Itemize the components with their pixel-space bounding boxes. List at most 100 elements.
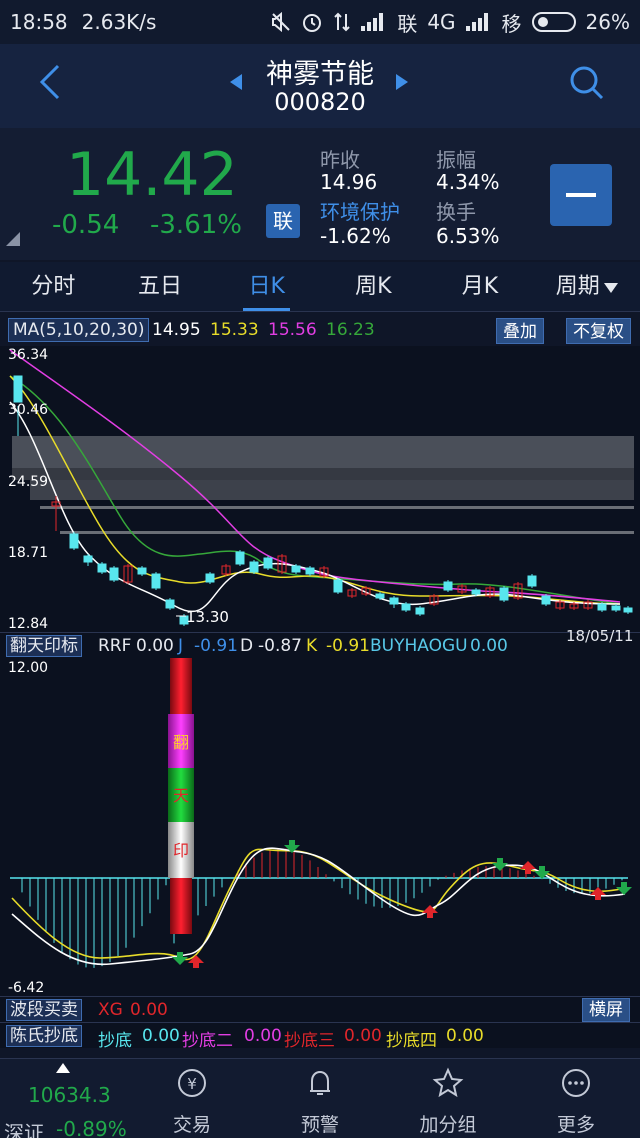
indicator-label[interactable]: 翻天印标 — [6, 635, 82, 657]
kline-chart[interactable]: 36.34 30.46 24.59 18.71 12.84 13.30 — [0, 346, 640, 632]
rrf-value: 0.00 — [136, 636, 174, 656]
nav-alert[interactable]: 预警 — [280, 1067, 360, 1137]
indicator-y-top: 12.00 — [8, 660, 48, 676]
sector-link[interactable]: 环境保护 — [320, 196, 400, 225]
candle-body — [291, 565, 301, 573]
d-label: D — [240, 636, 254, 656]
star-icon — [432, 1067, 464, 1098]
expand-corner-icon[interactable] — [6, 232, 20, 246]
tab-intraday[interactable]: 分时 — [0, 262, 107, 311]
nav-more[interactable]: 更多 — [536, 1067, 616, 1137]
candle-body — [205, 573, 215, 583]
status-time: 18:58 — [10, 10, 68, 34]
sell-arrow-icon — [172, 952, 188, 965]
candle-body — [389, 597, 399, 605]
tab-five-day[interactable]: 五日 — [107, 262, 214, 311]
price-change: -0.54 — [52, 210, 120, 240]
ma5-value: 14.95 — [152, 320, 201, 340]
ma20-value: 15.56 — [268, 320, 317, 340]
buy-arrow-icon — [188, 955, 204, 968]
volume-profile-line-1 — [40, 506, 634, 509]
data-arrows-icon — [334, 12, 351, 32]
candle-body — [527, 575, 537, 587]
c4-label: 抄底四 — [386, 1031, 437, 1051]
kchart-y-bottom: 12.84 — [8, 616, 48, 632]
alarm-icon — [303, 14, 322, 32]
k-label: K — [306, 636, 318, 656]
nav-add-group[interactable]: 加分组 — [408, 1067, 488, 1137]
c2-label: 抄底二 — [182, 1031, 233, 1051]
chen-label[interactable]: 陈氏抄底 — [6, 1025, 82, 1047]
tab-period[interactable]: 周期 — [533, 262, 640, 311]
candle-body — [305, 567, 315, 575]
carrier1-label: 联 — [397, 11, 418, 36]
stock-name: 神雾节能 — [266, 59, 374, 90]
search-icon[interactable] — [570, 66, 604, 100]
landscape-button[interactable]: 横屏 — [582, 998, 630, 1022]
candle-body — [443, 581, 453, 591]
index-name: 深证 — [4, 1121, 44, 1138]
price-change-pct: -3.61% — [150, 210, 242, 240]
turnover-value: 6.53% — [436, 224, 500, 248]
kchart-y-top: 36.34 — [8, 347, 48, 363]
tab-monthly-k[interactable]: 月K — [427, 262, 534, 311]
pillar-char-2: 天 — [173, 786, 189, 805]
xg-value: 0.00 — [130, 1000, 168, 1020]
overlay-button[interactable]: 叠加 — [496, 318, 544, 344]
prev-stock-icon[interactable] — [230, 74, 242, 95]
carrier2-label: 移 — [501, 11, 522, 36]
tab-weekly-k[interactable]: 周K — [320, 262, 427, 311]
nav-trade-label: 交易 — [172, 1114, 211, 1136]
nav-more-label: 更多 — [556, 1114, 595, 1136]
remove-watchlist-button[interactable] — [550, 164, 612, 226]
amplitude-value: 4.34% — [436, 170, 500, 194]
candle-body — [401, 603, 411, 611]
volume-profile-band-2 — [12, 468, 634, 480]
stock-code: 000820 — [274, 88, 366, 116]
lian-badge[interactable]: 联 — [266, 204, 300, 238]
tab-daily-k[interactable]: 日K — [213, 262, 320, 311]
indicator-chart[interactable]: 翻 天 印 12.00 -6.42 — [0, 658, 640, 996]
c4-value: 0.00 — [446, 1026, 484, 1046]
trade-icon: ¥ — [178, 1069, 206, 1097]
bell-icon — [310, 1070, 330, 1095]
c3-label: 抄底三 — [284, 1031, 335, 1051]
candle-body — [109, 567, 119, 581]
prev-close-label: 昨收 — [320, 148, 360, 172]
prev-close-value: 14.96 — [320, 170, 378, 194]
index-value: 10634.3 — [28, 1083, 111, 1107]
extra-indicators: 波段买卖 XG 0.00 横屏 陈氏抄底 抄底 0.00 抄底二 0.00 抄底… — [0, 996, 640, 1051]
nav-trade[interactable]: ¥ 交易 — [152, 1067, 232, 1137]
ma30-value: 16.23 — [326, 320, 375, 340]
ma-legend: MA(5,10,20,30) 14.95 15.33 15.56 16.23 叠… — [0, 314, 640, 346]
amplitude-label: 振幅 — [436, 148, 476, 172]
adjust-button[interactable]: 不复权 — [566, 318, 631, 344]
k-line — [11, 848, 626, 961]
candle-body — [499, 587, 509, 601]
next-stock-icon[interactable] — [396, 74, 408, 95]
candle-body — [263, 557, 273, 569]
signal-icon — [361, 13, 387, 31]
j-value: -0.91 — [194, 636, 238, 656]
kchart-y-2: 30.46 — [8, 402, 48, 418]
quote-panel: 14.42 -0.54 -3.61% 联 昨收 14.96 环境保护 -1.62… — [0, 128, 640, 260]
d-value: -0.87 — [258, 636, 302, 656]
index-change: -0.89% — [56, 1117, 127, 1138]
ma10-value: 15.33 — [210, 320, 259, 340]
candle-body — [165, 599, 175, 609]
c3-value: 0.00 — [344, 1026, 382, 1046]
nav-add-group-label: 加分组 — [419, 1114, 477, 1136]
c1-value: 0.00 — [142, 1026, 180, 1046]
candle-body — [415, 607, 425, 615]
status-netspeed: 2.63K/s — [81, 10, 157, 34]
ma-setting-label[interactable]: MA(5,10,20,30) — [8, 318, 150, 342]
pillar-char-1: 翻 — [173, 733, 189, 752]
sell-arrow-icon — [616, 882, 632, 895]
c1-label: 抄底 — [98, 1031, 132, 1051]
band-row: 波段买卖 XG 0.00 横屏 — [0, 996, 640, 1022]
candle-body — [611, 605, 621, 611]
bottom-nav: 10634.3 深证 -0.89% ¥ 交易 预警 加分组 更多 — [0, 1058, 640, 1138]
indicator-legend: 翻天印标 RRF 0.00 J -0.91 D -0.87 K -0.91 BU… — [0, 627, 640, 658]
rrf-label: RRF — [98, 636, 132, 656]
band-label[interactable]: 波段买卖 — [6, 999, 82, 1021]
